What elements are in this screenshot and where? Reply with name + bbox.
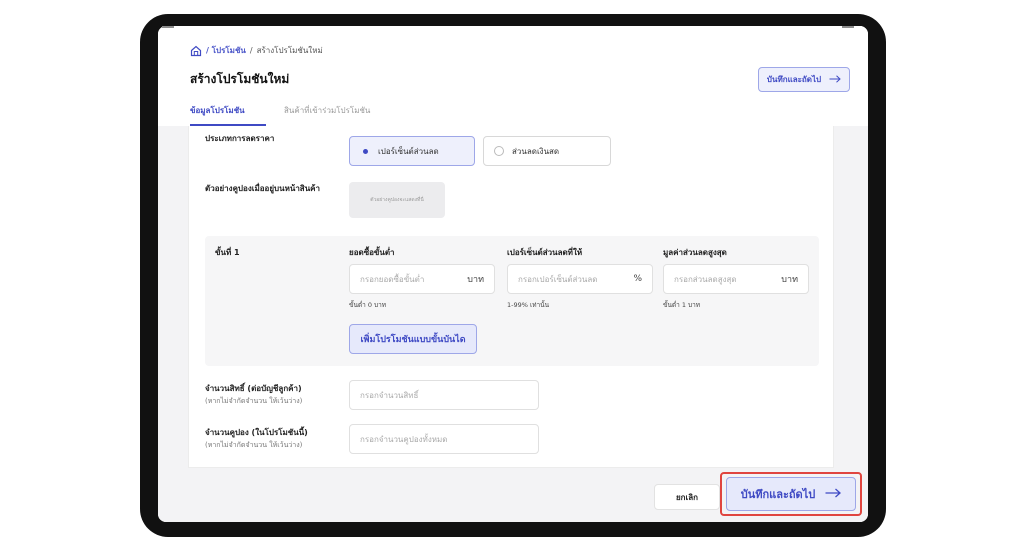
home-icon[interactable] xyxy=(190,45,202,57)
app-screen: / โปรโมชัน / สร้างโปรโมชันใหม่ สร้างโปรโ… xyxy=(158,26,868,522)
breadcrumb-promotions-link[interactable]: / โปรโมชัน xyxy=(206,44,246,57)
coupon-preview-placeholder: ตัวอย่างคูปองจะแสดงที่นี่ xyxy=(370,197,424,203)
radio-cash-discount[interactable]: ส่วนลดเงินสด xyxy=(483,136,611,166)
breadcrumb-current: สร้างโปรโมชันใหม่ xyxy=(256,46,323,55)
header-save-next-button[interactable]: บันทึกและถัดไป xyxy=(758,67,850,92)
max-discount-unit: บาท xyxy=(781,275,798,285)
coupons-label: จำนวนคูปอง (ในโปรโมชันนี้) xyxy=(205,428,308,437)
breadcrumb-separator: / xyxy=(249,46,253,55)
arrow-right-icon xyxy=(825,488,842,501)
tab-promotion-info[interactable]: ข้อมูลโปรโมชัน xyxy=(190,102,266,126)
min-purchase-placeholder: กรอกยอดซื้อขั้นต่ำ xyxy=(360,274,425,284)
tab-participating-products[interactable]: สินค้าที่เข้าร่วมโปรโมชัน xyxy=(284,102,370,126)
coupons-sublabel: (หากไม่จำกัดจำนวน ให้เว้นว่าง) xyxy=(205,441,303,449)
header-save-next-label: บันทึกและถัดไป xyxy=(766,75,822,84)
max-discount-label: มูลค่าส่วนลดสูงสุด xyxy=(663,248,727,257)
save-next-button[interactable]: บันทึกและถัดไป xyxy=(726,477,856,511)
max-discount-hint: ขั้นต่ำ 1 บาท xyxy=(663,301,701,309)
coupons-input[interactable]: กรอกจำนวนคูปองทั้งหมด xyxy=(349,424,539,454)
frame-tick xyxy=(162,26,174,28)
form-card: ประเภทการลดราคา เปอร์เซ็นต์ส่วนลด ส่วนลด… xyxy=(188,126,834,468)
radio-cash-label: ส่วนลดเงินสด xyxy=(512,146,560,156)
min-purchase-input[interactable]: กรอกยอดซื้อขั้นต่ำ บาท xyxy=(349,264,495,294)
save-next-label: บันทึกและถัดไป xyxy=(740,488,816,501)
percent-label: เปอร์เซ็นต์ส่วนลดที่ให้ xyxy=(507,248,583,257)
tier-panel: ขั้นที่ 1 ยอดซื้อขั้นต่ำ กรอกยอดซื้อขั้น… xyxy=(205,236,819,366)
max-discount-input[interactable]: กรอกส่วนลดสูงสุด บาท xyxy=(663,264,809,294)
percent-unit: % xyxy=(633,274,642,284)
tier-label: ขั้นที่ 1 xyxy=(215,248,240,257)
coupon-preview-label: ตัวอย่างคูปองเมื่ออยู่บนหน้าสินค้า xyxy=(205,184,320,193)
scroll-area: ประเภทการลดราคา เปอร์เซ็นต์ส่วนลด ส่วนลด… xyxy=(158,126,868,522)
max-discount-placeholder: กรอกส่วนลดสูงสุด xyxy=(674,274,737,284)
page-header: / โปรโมชัน / สร้างโปรโมชันใหม่ สร้างโปรโ… xyxy=(158,26,868,126)
radio-percent-discount[interactable]: เปอร์เซ็นต์ส่วนลด xyxy=(349,136,475,166)
frame-tick xyxy=(842,26,854,28)
arrow-right-icon xyxy=(829,74,841,85)
radio-percent-label: เปอร์เซ็นต์ส่วนลด xyxy=(378,146,439,156)
min-purchase-label: ยอดซื้อขั้นต่ำ xyxy=(349,248,395,257)
percent-hint: 1-99% เท่านั้น xyxy=(507,301,550,309)
tablet-frame: / โปรโมชัน / สร้างโปรโมชันใหม่ สร้างโปรโ… xyxy=(140,14,886,537)
coupons-placeholder: กรอกจำนวนคูปองทั้งหมด xyxy=(360,434,448,444)
coupon-preview-box: ตัวอย่างคูปองจะแสดงที่นี่ xyxy=(349,182,445,218)
rights-placeholder: กรอกจำนวนสิทธิ์ xyxy=(360,390,419,400)
radio-dot xyxy=(494,146,504,156)
rights-label: จำนวนสิทธิ์ (ต่อบัญชีลูกค้า) xyxy=(205,384,302,393)
percent-placeholder: กรอกเปอร์เซ็นต์ส่วนลด xyxy=(518,274,598,284)
min-purchase-hint: ขั้นต่ำ 0 บาท xyxy=(349,301,387,309)
tab-bar: ข้อมูลโปรโมชัน สินค้าที่เข้าร่วมโปรโมชัน xyxy=(190,102,370,126)
radio-dot xyxy=(360,146,370,156)
page-title: สร้างโปรโมชันใหม่ xyxy=(190,72,290,86)
add-tier-button[interactable]: เพิ่มโปรโมชันแบบขั้นบันได xyxy=(349,324,477,354)
min-purchase-unit: บาท xyxy=(467,275,484,285)
breadcrumb: / โปรโมชัน / สร้างโปรโมชันใหม่ xyxy=(190,44,323,57)
cancel-button[interactable]: ยกเลิก xyxy=(654,484,720,510)
rights-input[interactable]: กรอกจำนวนสิทธิ์ xyxy=(349,380,539,410)
rights-sublabel: (หากไม่จำกัดจำนวน ให้เว้นว่าง) xyxy=(205,397,303,405)
percent-input[interactable]: กรอกเปอร์เซ็นต์ส่วนลด % xyxy=(507,264,653,294)
discount-type-label: ประเภทการลดราคา xyxy=(205,134,275,143)
